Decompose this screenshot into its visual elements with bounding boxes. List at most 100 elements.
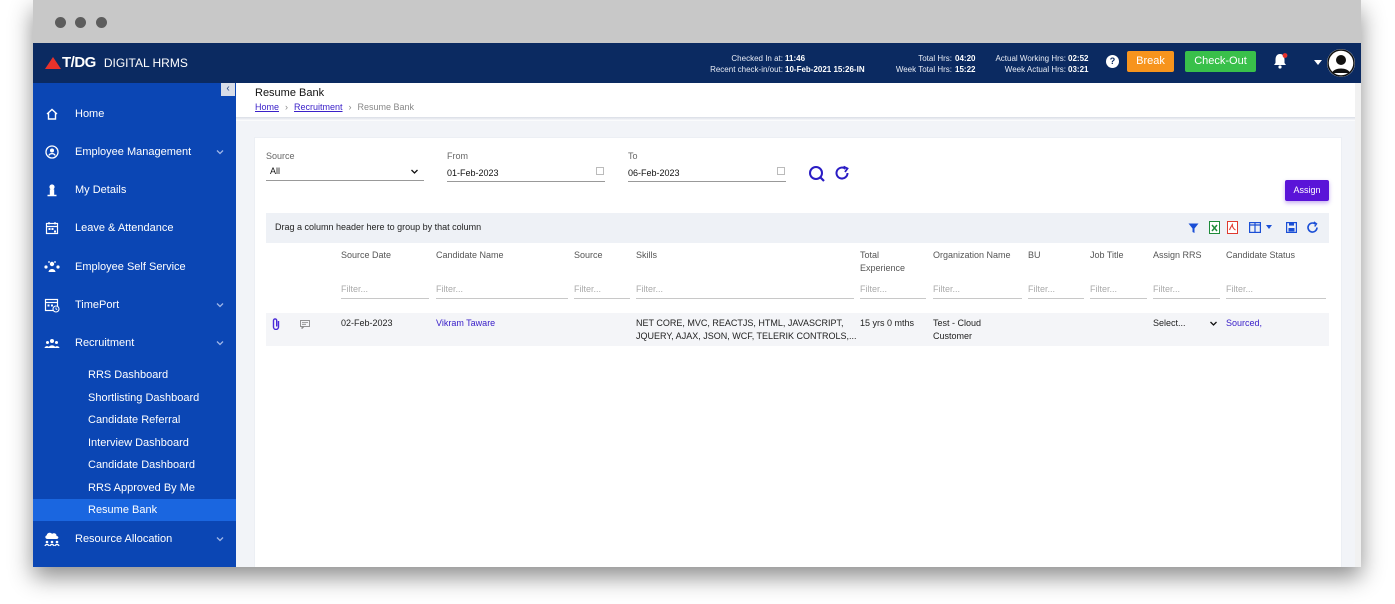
chevron-down-icon: [1210, 321, 1217, 326]
app-logo[interactable]: T/DG DIGITAL HRMS: [45, 54, 188, 71]
window-dot-close[interactable]: [55, 17, 66, 28]
search-icon[interactable]: [808, 165, 826, 183]
sidebar-subitem-rrs-dashboard[interactable]: RRS Dashboard: [33, 364, 236, 386]
columns-dropdown-icon[interactable]: [1266, 225, 1272, 229]
break-button[interactable]: Break: [1127, 51, 1174, 72]
user-avatar[interactable]: [1327, 49, 1355, 77]
filter-total-experience[interactable]: Filter...: [860, 284, 887, 294]
sidebar-subitem-rrs-approved-by-me[interactable]: RRS Approved By Me: [33, 477, 236, 499]
cell-candidate-status[interactable]: Sourced,: [1226, 317, 1262, 330]
filter-underline: [1090, 298, 1147, 299]
to-date-input[interactable]: 06-Feb-2023: [628, 168, 680, 178]
sidebar-subitem-candidate-dashboard[interactable]: Candidate Dashboard: [33, 454, 236, 476]
source-select[interactable]: All: [266, 165, 424, 179]
cell-source-date: 02-Feb-2023: [341, 318, 393, 328]
filter-source[interactable]: Filter...: [574, 284, 601, 294]
chevron-down-icon[interactable]: [216, 535, 224, 543]
main-content: Resume Bank Home › Recruitment › Resume …: [236, 83, 1361, 567]
chevron-down-icon[interactable]: [216, 148, 224, 156]
resource-icon: [43, 530, 61, 548]
table-row[interactable]: 02-Feb-2023 Vikram Taware NET CORE, MVC,…: [266, 313, 1329, 346]
from-date-input[interactable]: 01-Feb-2023: [447, 168, 499, 178]
filter-bu[interactable]: Filter...: [1028, 284, 1055, 294]
col-header-candidate-name[interactable]: Candidate Name: [436, 249, 504, 262]
reset-icon[interactable]: [1306, 221, 1319, 234]
checked-in-value: 11:46: [785, 54, 806, 63]
filter-candidate-name[interactable]: Filter...: [436, 284, 463, 294]
sidebar-item-timeport[interactable]: TimePort: [33, 290, 236, 320]
col-header-organization-name[interactable]: Organization Name: [933, 249, 1011, 262]
col-header-source[interactable]: Source: [574, 249, 603, 262]
filter-source-date[interactable]: Filter...: [341, 284, 368, 294]
window-dot-maximize[interactable]: [96, 17, 107, 28]
col-header-bu[interactable]: BU: [1028, 249, 1041, 262]
assign-rrs-value: Select...: [1153, 318, 1186, 328]
to-calendar-icon[interactable]: [777, 167, 785, 175]
recent-checkin-label: Recent check-in/out:: [710, 65, 783, 74]
breadcrumb: Home › Recruitment › Resume Bank: [255, 102, 414, 112]
excel-export-icon[interactable]: [1209, 221, 1220, 234]
col-header-candidate-status[interactable]: Candidate Status: [1226, 249, 1295, 262]
sidebar-item-resource-allocation[interactable]: Resource Allocation: [33, 524, 236, 554]
chevron-down-icon[interactable]: [216, 339, 224, 347]
columns-icon[interactable]: [1249, 222, 1261, 233]
sidebar-item-employee-management[interactable]: Employee Management: [33, 137, 236, 167]
group-by-bar[interactable]: Drag a column header here to group by th…: [266, 213, 1329, 243]
sidebar-item-leave-attendance[interactable]: Leave & Attendance: [33, 213, 236, 243]
window-dot-minimize[interactable]: [75, 17, 86, 28]
breadcrumb-recruitment[interactable]: Recruitment: [294, 102, 343, 112]
from-calendar-icon[interactable]: [596, 167, 604, 175]
sidebar-item-recruitment[interactable]: Recruitment: [33, 328, 236, 358]
filter-icon[interactable]: [1188, 223, 1199, 234]
refresh-icon[interactable]: [833, 164, 851, 182]
col-header-source-date[interactable]: Source Date: [341, 249, 391, 262]
source-label: Source: [266, 151, 295, 161]
pdf-export-icon[interactable]: [1227, 221, 1238, 234]
cell-organization-line2: Customer: [933, 331, 973, 341]
sidebar-collapse-button[interactable]: ‹: [221, 83, 235, 96]
filter-skills[interactable]: Filter...: [636, 284, 663, 294]
comment-icon[interactable]: [300, 320, 310, 329]
actual-working-value: 02:52: [1068, 54, 1089, 63]
sidebar-item-label: TimePort: [75, 299, 120, 311]
vertical-scrollbar[interactable]: [1355, 83, 1361, 567]
filter-candidate-status[interactable]: Filter...: [1226, 284, 1253, 294]
chevron-down-icon[interactable]: [216, 301, 224, 309]
notification-bell-icon[interactable]: [1271, 52, 1289, 70]
filter-job-title[interactable]: Filter...: [1090, 284, 1117, 294]
col-header-assign-rrs[interactable]: Assign RRS: [1153, 249, 1202, 262]
col-header-total-experience[interactable]: Total Experience: [860, 249, 910, 275]
filter-underline: [1226, 298, 1326, 299]
filter-underline: [1028, 298, 1084, 299]
profile-dropdown-icon[interactable]: [1314, 60, 1322, 65]
recruitment-icon: [43, 334, 61, 352]
col-header-job-title[interactable]: Job Title: [1090, 249, 1124, 262]
self-service-icon: [43, 258, 61, 276]
filter-organization-name[interactable]: Filter...: [933, 284, 960, 294]
assign-rrs-select[interactable]: Select...: [1153, 316, 1219, 330]
sidebar-subitem-shortlisting-dashboard[interactable]: Shortlisting Dashboard: [33, 387, 236, 409]
sidebar-item-label: Leave & Attendance: [75, 222, 174, 234]
sidebar-subitem-resume-bank[interactable]: Resume Bank: [33, 499, 236, 521]
sidebar-subitem-candidate-referral[interactable]: Candidate Referral: [33, 409, 236, 431]
breadcrumb-home[interactable]: Home: [255, 102, 279, 112]
save-icon[interactable]: [1286, 222, 1297, 233]
sidebar-item-my-details[interactable]: My Details: [33, 175, 236, 205]
help-icon[interactable]: ?: [1106, 55, 1119, 68]
checked-in-label: Checked In at:: [731, 54, 783, 63]
app-name: DIGITAL HRMS: [103, 55, 188, 70]
sidebar-item-label: Recruitment: [75, 337, 135, 349]
attachment-icon[interactable]: [272, 318, 281, 330]
sidebar-item-employee-self-service[interactable]: Employee Self Service: [33, 252, 236, 282]
assign-button[interactable]: Assign: [1285, 180, 1329, 201]
filter-assign-rrs[interactable]: Filter...: [1153, 284, 1180, 294]
cell-candidate-name[interactable]: Vikram Taware: [436, 317, 495, 330]
sidebar-subitem-interview-dashboard[interactable]: Interview Dashboard: [33, 432, 236, 454]
source-underline: [266, 180, 424, 181]
sidebar-item-label: Employee Self Service: [75, 261, 186, 273]
col-header-skills[interactable]: Skills: [636, 249, 657, 262]
checkout-button[interactable]: Check-Out: [1185, 51, 1256, 72]
person-icon: [43, 181, 61, 199]
recent-checkin-value: 10-Feb-2021 15:26-IN: [785, 65, 865, 74]
sidebar-item-home[interactable]: Home: [33, 99, 236, 129]
